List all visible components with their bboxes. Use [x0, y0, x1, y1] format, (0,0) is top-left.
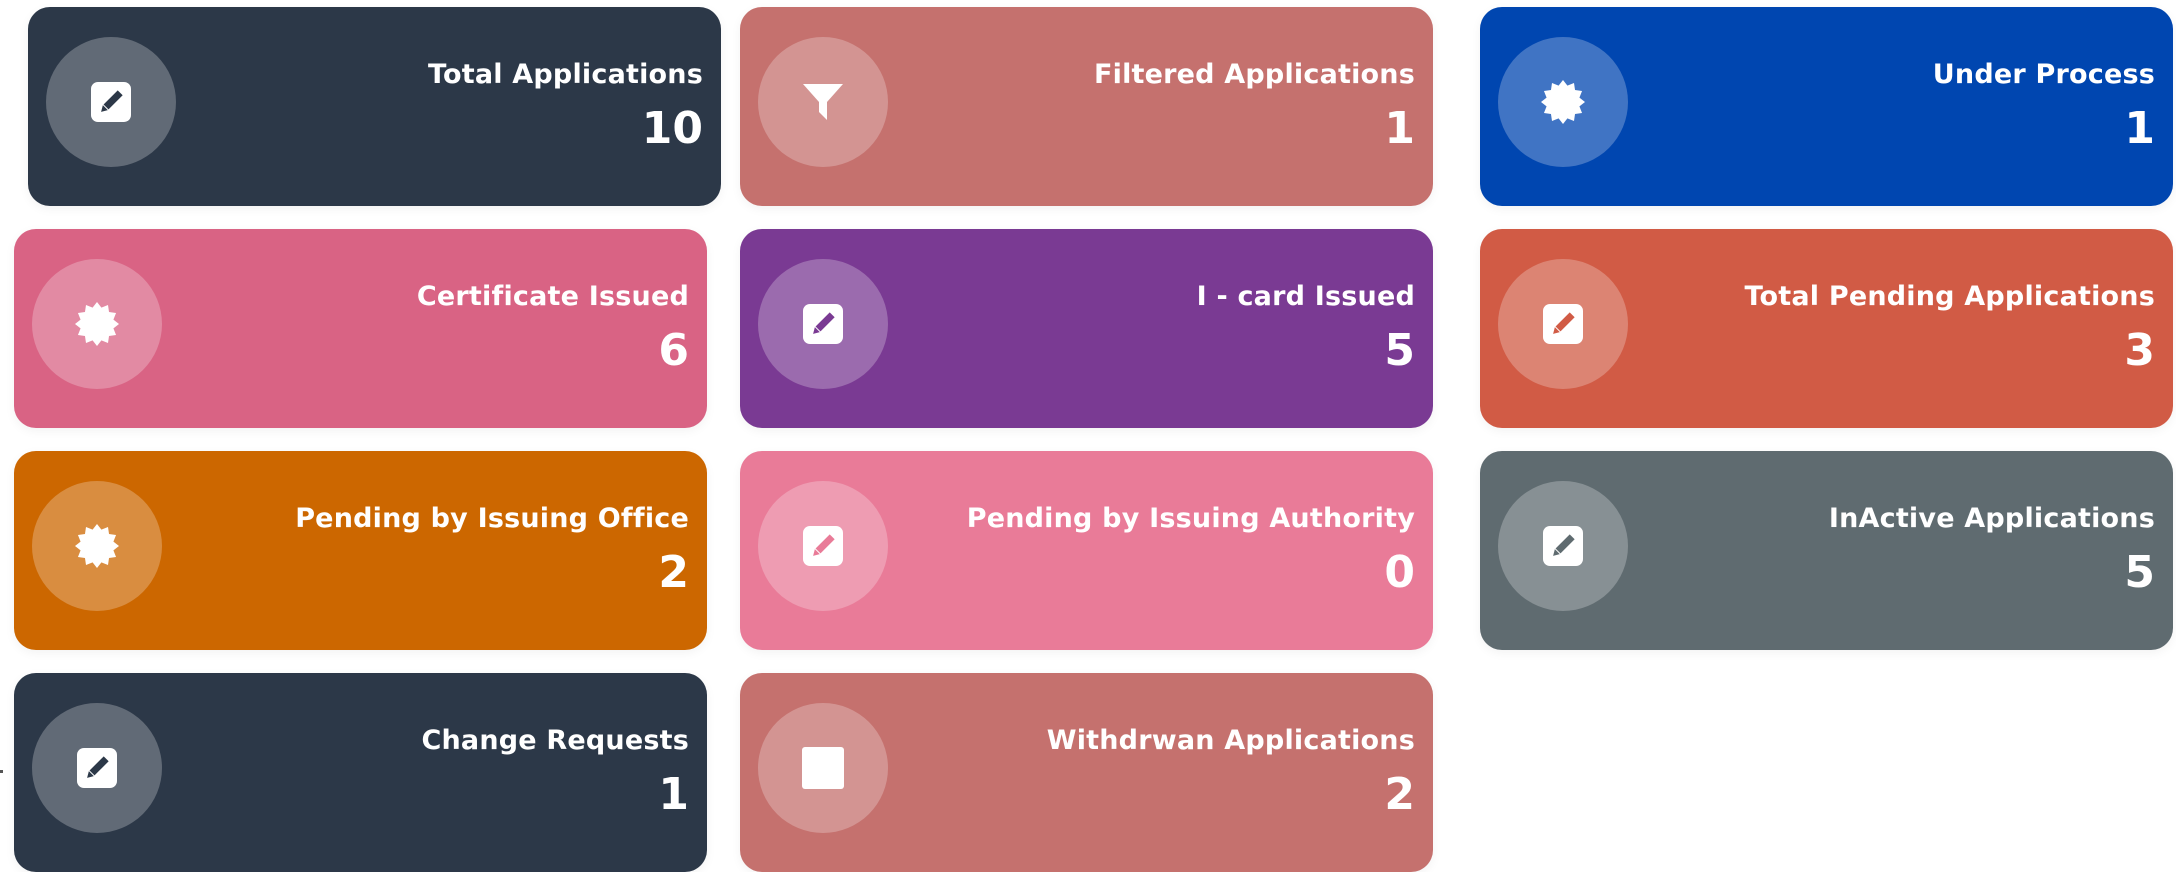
badge-icon — [73, 522, 121, 570]
card-label: Total Applications — [427, 59, 703, 90]
card-count: 10 — [641, 103, 703, 154]
card-label: Total Pending Applications — [1744, 281, 2155, 312]
card-count: 6 — [658, 325, 689, 376]
edit-icon — [87, 78, 135, 126]
card-count: 2 — [1384, 769, 1415, 820]
card-count: 0 — [1384, 547, 1415, 598]
card-label: Under Process — [1932, 59, 2155, 90]
card-withdrawn-applications[interactable]: Withdrwan Applications 2 — [740, 673, 1433, 872]
card-icon-circle — [1498, 37, 1628, 167]
edit-icon — [1539, 300, 1587, 348]
card-icon-circle — [32, 703, 162, 833]
edit-icon — [799, 300, 847, 348]
card-icon-circle — [32, 481, 162, 611]
card-inactive-applications[interactable]: InActive Applications 5 — [1480, 451, 2173, 650]
card-icon-circle — [46, 37, 176, 167]
card-icon-circle — [758, 37, 888, 167]
card-certificate-issued[interactable]: Certificate Issued 6 — [14, 229, 707, 428]
card-under-process[interactable]: Under Process 1 — [1480, 7, 2173, 206]
card-count: 3 — [2124, 325, 2155, 376]
card-total-applications[interactable]: Total Applications 10 — [28, 7, 721, 206]
card-icon-circle — [758, 703, 888, 833]
card-label: Certificate Issued — [416, 281, 689, 312]
edit-icon — [1539, 522, 1587, 570]
card-count: 2 — [658, 547, 689, 598]
card-label: Withdrwan Applications — [1046, 725, 1415, 756]
card-count: 5 — [2124, 547, 2155, 598]
card-label: Pending by Issuing Authority — [966, 503, 1415, 534]
edge-artifact — [0, 770, 3, 773]
card-label: Filtered Applications — [1093, 59, 1415, 90]
edit-icon — [799, 522, 847, 570]
card-icard-issued[interactable]: I - card Issued 5 — [740, 229, 1433, 428]
card-label: Pending by Issuing Office — [295, 503, 689, 534]
card-label: InActive Applications — [1828, 503, 2155, 534]
square-icon — [799, 744, 847, 792]
card-total-pending-applications[interactable]: Total Pending Applications 3 — [1480, 229, 2173, 428]
card-label: I - card Issued — [1196, 281, 1415, 312]
card-change-requests[interactable]: Change Requests 1 — [14, 673, 707, 872]
badge-icon — [1539, 78, 1587, 126]
card-count: 1 — [2124, 103, 2155, 154]
card-pending-by-issuing-authority[interactable]: Pending by Issuing Authority 0 — [740, 451, 1433, 650]
card-icon-circle — [758, 259, 888, 389]
card-filtered-applications[interactable]: Filtered Applications 1 — [740, 7, 1433, 206]
card-icon-circle — [32, 259, 162, 389]
card-count: 5 — [1384, 325, 1415, 376]
card-icon-circle — [1498, 259, 1628, 389]
card-count: 1 — [658, 769, 689, 820]
card-count: 1 — [1384, 103, 1415, 154]
card-icon-circle — [1498, 481, 1628, 611]
card-label: Change Requests — [421, 725, 689, 756]
badge-icon — [73, 300, 121, 348]
card-pending-by-issuing-office[interactable]: Pending by Issuing Office 2 — [14, 451, 707, 650]
card-icon-circle — [758, 481, 888, 611]
filter-icon — [799, 78, 847, 126]
edit-icon — [73, 744, 121, 792]
